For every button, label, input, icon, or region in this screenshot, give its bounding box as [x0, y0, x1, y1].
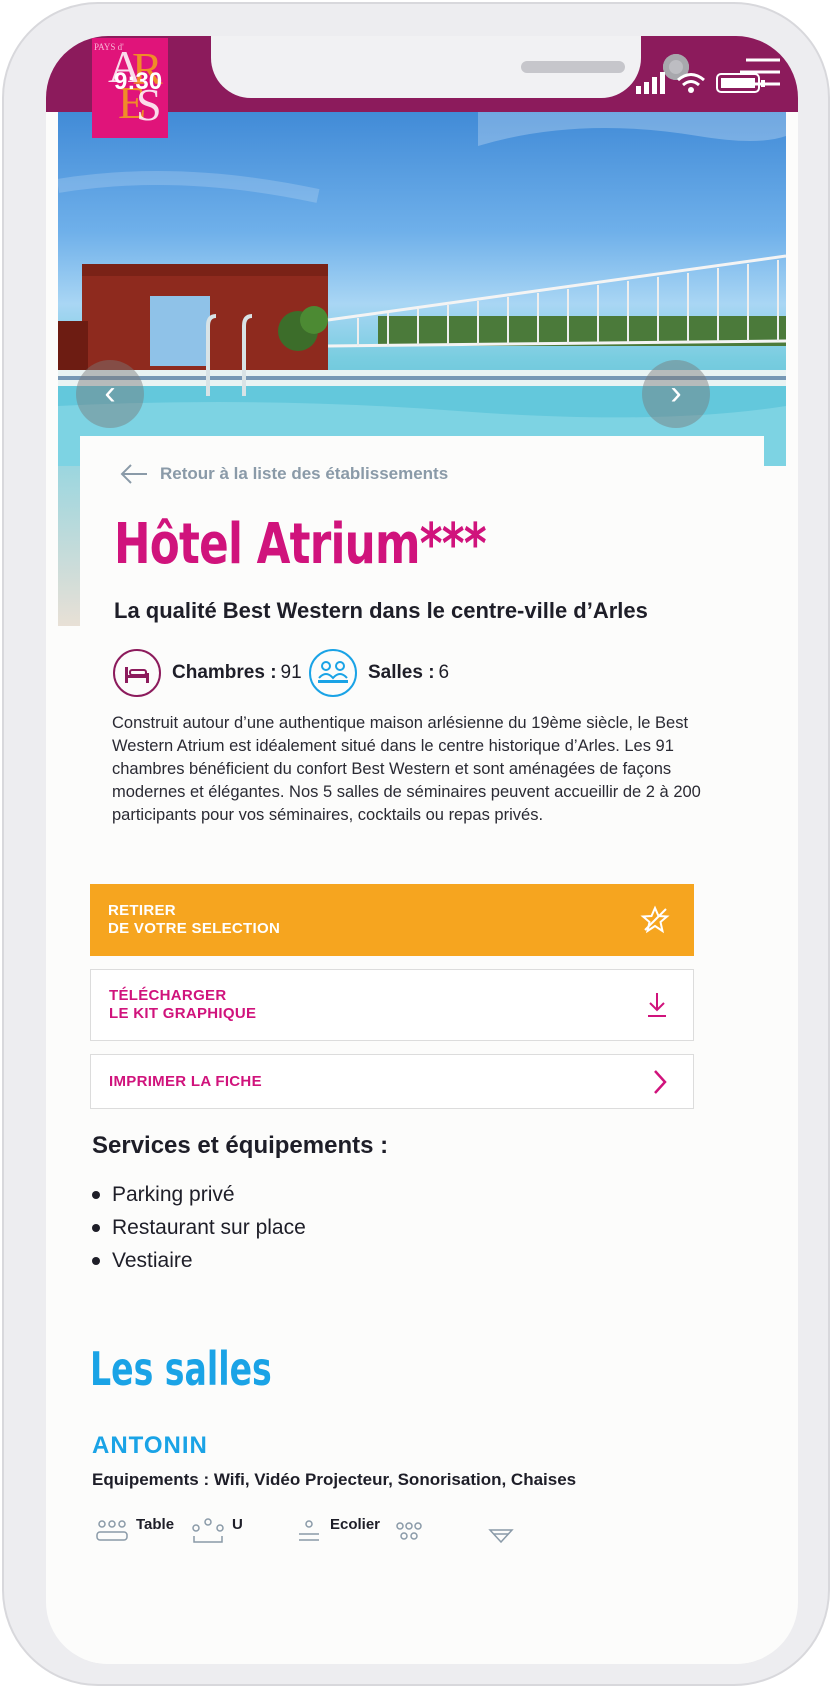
room-name: ANTONIN [92, 1432, 208, 1459]
notch [211, 36, 689, 98]
layout-ecolier: Ecolier [294, 1516, 380, 1546]
print-sheet-label: IMPRIMER LA FICHE [109, 1072, 262, 1090]
arrow-left-icon [120, 464, 147, 484]
layout-label: U [232, 1516, 243, 1533]
download-kit-button[interactable]: TÉLÉCHARGER LE KIT GRAPHIQUE [90, 969, 694, 1041]
meeting-room-icon [309, 649, 357, 697]
layout-u: U [190, 1516, 243, 1546]
hero-prev-button[interactable]: ‹ [76, 360, 144, 428]
layout-table: Table [94, 1516, 174, 1546]
layout-theatre [394, 1516, 424, 1546]
hero-next-button[interactable]: › [642, 360, 710, 428]
speaker [521, 61, 625, 73]
room-equipment: Equipements : Wifi, Vidéo Projecteur, So… [92, 1470, 577, 1489]
back-link-label: Retour à la liste des établissements [160, 464, 449, 483]
room-layouts: Table U Ecolier [94, 1516, 774, 1556]
hotel-title: Hôtel Atrium*** [114, 512, 487, 577]
layout-cocktail [486, 1516, 516, 1546]
hotel-description: Construit autour d’une authentique maiso… [112, 714, 701, 824]
stat-salles: Salles : 6 [308, 648, 449, 698]
star-remove-icon [640, 905, 670, 934]
salles-value: 6 [438, 662, 450, 683]
layout-label: Ecolier [330, 1516, 381, 1533]
theatre-layout-icon [396, 1522, 422, 1540]
download-icon [648, 993, 666, 1017]
table-layout-icon [96, 1520, 128, 1541]
services-list: Parking privé Restaurant sur place Vesti… [92, 1178, 306, 1277]
bed-icon [113, 649, 161, 697]
chevron-right-icon [654, 1069, 667, 1094]
menu-icon[interactable] [736, 56, 782, 92]
rooms-section-title: Les salles [90, 1342, 272, 1396]
phone-frame: ‹ › PAYS d' A R E S 9:30 Retour à la lis… [2, 2, 830, 1686]
hero-edge [58, 466, 82, 626]
stat-chambres: Chambres : 91 [112, 648, 302, 698]
status-time: 9:30 [114, 68, 163, 95]
download-kit-line2: LE KIT GRAPHIQUE [109, 1005, 257, 1022]
layout-label: Table [136, 1516, 175, 1533]
list-item: Parking privé [92, 1178, 306, 1211]
chambres-value: 91 [280, 662, 302, 683]
cocktail-icon [488, 1529, 514, 1544]
remove-selection-line1: RETIRER [108, 902, 176, 919]
services-title: Services et équipements : [92, 1132, 389, 1159]
remove-selection-line2: DE VOTRE SELECTION [108, 920, 281, 937]
list-item: Vestiaire [92, 1244, 306, 1277]
download-kit-line1: TÉLÉCHARGER [109, 987, 227, 1004]
back-link[interactable]: Retour à la liste des établissements [120, 464, 448, 484]
hero-image: ‹ › [58, 106, 786, 466]
wifi-icon [677, 73, 705, 93]
list-item: Restaurant sur place [92, 1211, 306, 1244]
screen: ‹ › PAYS d' A R E S 9:30 Retour à la lis… [46, 36, 798, 1664]
salles-label: Salles : [368, 662, 435, 683]
chambres-label: Chambres : [172, 662, 277, 683]
print-sheet-button[interactable]: IMPRIMER LA FICHE [90, 1054, 694, 1109]
remove-selection-button[interactable]: RETIRER DE VOTRE SELECTION [90, 884, 694, 956]
signal-icon [636, 72, 665, 94]
hotel-tagline: La qualité Best Western dans le centre-v… [114, 598, 648, 623]
u-layout-icon [192, 1518, 224, 1543]
classroom-layout-icon [299, 1520, 319, 1541]
